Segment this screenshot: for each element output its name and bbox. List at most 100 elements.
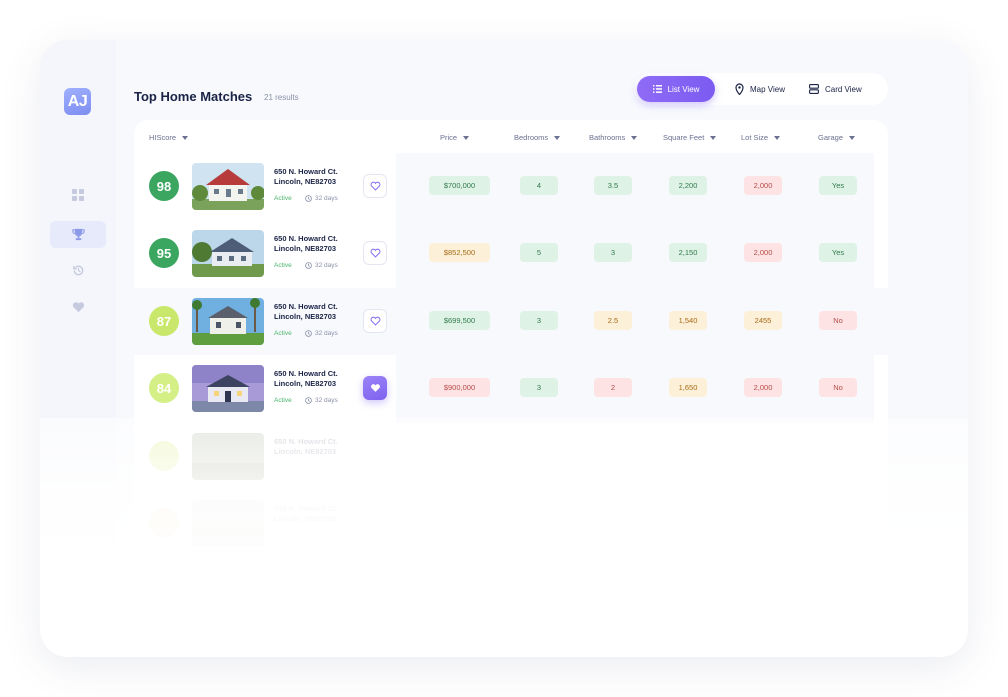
house-photo[interactable] [192, 433, 264, 480]
favorite-button[interactable] [363, 309, 387, 333]
lot-size-pill: 2,000 [744, 378, 782, 397]
bedrooms-pill: 3 [520, 311, 558, 330]
nav-top-matches[interactable] [50, 221, 106, 248]
hiscore-badge [149, 508, 179, 538]
address-line-1: 650 N. Howard Ct. [274, 302, 338, 311]
hiscore-badge: 84 [149, 373, 179, 403]
list-view-button[interactable]: List View [637, 76, 715, 102]
map-view-label: Map View [750, 84, 785, 94]
address-line-2: Lincoln, NE82703 [274, 177, 337, 186]
table-row[interactable]: 98 650 N. Howard Ct. Lincoln, NE82703 Act… [134, 153, 888, 220]
chevron-down-icon [710, 135, 717, 140]
garage-pill: Yes [819, 243, 857, 262]
listing-address[interactable]: 650 N. Howard Ct. Lincoln, NE82703 [274, 302, 358, 322]
listing-address[interactable]: 650 N. Howard Ct. Lincoln, NE82703 [274, 167, 358, 187]
address-line-1: 650 N. Howard Ct. [274, 437, 338, 446]
column-header-price[interactable]: Price [440, 133, 470, 142]
sqft-pill: 1,650 [669, 378, 707, 397]
map-pin-icon [735, 83, 744, 95]
house-photo[interactable] [192, 500, 264, 547]
column-header-lot-size[interactable]: Lot Size [741, 133, 781, 142]
lot-size-pill: 2,000 [744, 176, 782, 195]
sqft-pill: 2,150 [669, 243, 707, 262]
results-table: HIScore Price Bedrooms Bathrooms Square … [134, 120, 888, 590]
main-content: Top Home Matches 21 results List View Ma… [116, 40, 968, 657]
column-header-bathrooms[interactable]: Bathrooms [589, 133, 638, 142]
price-pill: $699,500 [429, 311, 490, 330]
address-line-2: Lincoln, NE82703 [274, 514, 337, 523]
listing-address[interactable]: 650 N. Howard Ct. Lincoln, NE82703 [274, 504, 358, 524]
status-label: Active [274, 262, 292, 269]
table-row[interactable]: 650 N. Howard Ct. Lincoln, NE82703 [134, 423, 888, 490]
app-logo: AJ [64, 88, 91, 115]
days-label: 32 days [315, 397, 338, 404]
bedrooms-pill: 3 [520, 378, 558, 397]
address-line-1: 650 N. Howard Ct. [274, 234, 338, 243]
chevron-down-icon [182, 135, 189, 140]
chevron-down-icon [463, 135, 470, 140]
results-count: 21 results [264, 93, 299, 102]
list-icon [652, 85, 662, 93]
clock-icon [305, 195, 312, 202]
house-photo[interactable] [192, 163, 264, 210]
favorite-button-active[interactable] [363, 376, 387, 400]
lot-size-pill: 2,000 [744, 243, 782, 262]
listing-address[interactable]: 650 N. Howard Ct. Lincoln, NE82703 [274, 369, 358, 389]
hiscore-badge [149, 441, 179, 471]
sqft-pill: 2,200 [669, 176, 707, 195]
days-on-market: 32 days [305, 330, 338, 337]
bathrooms-pill: 3 [594, 243, 632, 262]
heart-icon [72, 301, 84, 312]
trophy-icon [71, 228, 85, 241]
nav-history[interactable] [50, 257, 106, 284]
bedrooms-pill: 5 [520, 243, 558, 262]
column-header-garage[interactable]: Garage [818, 133, 856, 142]
address-line-2: Lincoln, NE82703 [274, 312, 337, 321]
nav-dashboard[interactable] [50, 181, 106, 208]
column-header-bedrooms[interactable]: Bedrooms [514, 133, 561, 142]
house-photo[interactable] [192, 298, 264, 345]
table-row[interactable]: 95 650 N. Howard Ct. Lincoln, NE82703 Act… [134, 220, 888, 287]
address-line-2: Lincoln, NE82703 [274, 379, 337, 388]
table-row[interactable]: 84 650 N. Howard Ct. Lincoln, NE82703 Act… [134, 355, 888, 422]
view-switcher: List View Map View Card View [634, 73, 888, 105]
history-icon [72, 265, 83, 276]
nav-favorites[interactable] [50, 293, 106, 320]
days-label: 32 days [315, 195, 338, 202]
price-pill: $900,000 [429, 378, 490, 397]
listing-address[interactable]: 650 N. Howard Ct. Lincoln, NE82703 [274, 234, 358, 254]
bathrooms-pill: 2.5 [594, 311, 632, 330]
hiscore-badge: 98 [149, 171, 179, 201]
column-header-sqft[interactable]: Square Feet [663, 133, 717, 142]
card-icon [809, 84, 819, 94]
garage-pill: No [819, 378, 857, 397]
garage-pill: No [819, 311, 857, 330]
bedrooms-pill: 4 [520, 176, 558, 195]
card-view-label: Card View [824, 84, 862, 94]
heart-outline-icon [370, 248, 380, 258]
column-header-score[interactable]: HIScore [149, 133, 189, 142]
heart-outline-icon [370, 316, 380, 326]
page-title: Top Home Matches [134, 89, 253, 104]
column-label: Bathrooms [589, 133, 626, 142]
favorite-button[interactable] [363, 174, 387, 198]
map-view-button[interactable]: Map View [723, 76, 797, 102]
house-photo[interactable] [192, 230, 264, 277]
column-label: Price [440, 133, 458, 142]
favorite-button[interactable] [363, 241, 387, 265]
table-row[interactable]: 650 N. Howard Ct. Lincoln, NE82703 [134, 490, 888, 557]
table-row[interactable]: 87 650 N. Howard Ct. Lincoln, NE82703 Act… [134, 288, 888, 355]
clock-icon [305, 262, 312, 269]
status-label: Active [274, 330, 292, 337]
house-photo[interactable] [192, 365, 264, 412]
heart-outline-icon [370, 181, 380, 191]
card-view-button[interactable]: Card View [797, 76, 874, 102]
days-on-market: 32 days [305, 397, 338, 404]
bathrooms-pill: 2 [594, 378, 632, 397]
heart-filled-icon [370, 384, 380, 392]
listing-address[interactable]: 650 N. Howard Ct. Lincoln, NE82703 [274, 437, 358, 457]
chevron-down-icon [849, 135, 856, 140]
chevron-down-icon [774, 135, 781, 140]
column-label: Garage [818, 133, 844, 142]
column-label: Bedrooms [514, 133, 549, 142]
